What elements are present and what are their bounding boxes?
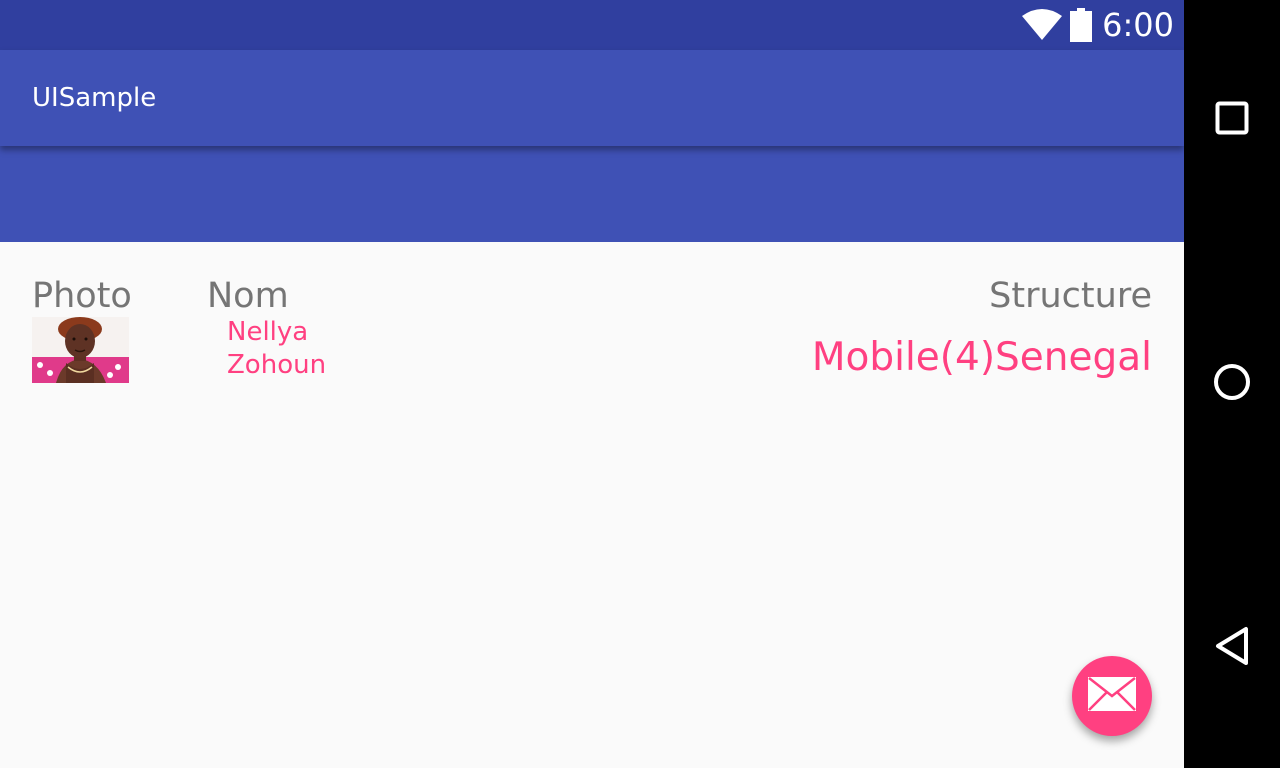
person-last-name: Zohoun: [227, 350, 327, 380]
wifi-icon: [1022, 9, 1063, 41]
app-screen: 6:00 UISample Photo Nom Structure Nellya…: [0, 0, 1184, 768]
app-title: UISample: [32, 83, 157, 113]
status-icons: 6:00: [1022, 0, 1174, 50]
back-button[interactable]: [1208, 624, 1256, 672]
recents-button[interactable]: [1208, 96, 1256, 144]
content-area: Photo Nom Structure Nellya Zohoun Mobile…: [0, 242, 1184, 768]
status-clock: 6:00: [1102, 6, 1174, 44]
square-icon: [1215, 101, 1249, 139]
status-bar: 6:00: [0, 0, 1184, 50]
triangle-back-icon: [1214, 626, 1250, 670]
battery-icon: [1070, 8, 1093, 42]
app-bar: UISample: [0, 50, 1184, 146]
column-header-photo: Photo: [32, 276, 132, 316]
structure-value: Mobile(4)Senegal: [811, 335, 1152, 380]
column-header-nom: Nom: [207, 276, 289, 316]
person-first-name: Nellya: [227, 317, 309, 347]
email-icon: [1087, 676, 1137, 716]
header-extension: [0, 146, 1184, 242]
column-header-structure: Structure: [989, 276, 1152, 316]
home-button[interactable]: [1208, 360, 1256, 408]
profile-photo[interactable]: [32, 317, 129, 383]
circle-icon: [1213, 363, 1251, 405]
system-nav-bar: [1184, 0, 1280, 768]
email-fab-button[interactable]: [1072, 656, 1152, 736]
